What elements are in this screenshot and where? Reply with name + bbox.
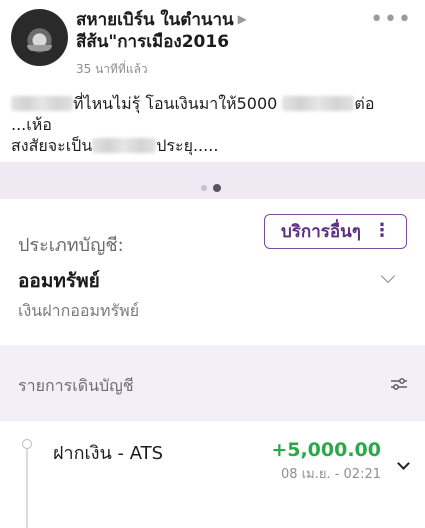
timeline-dot <box>22 439 32 449</box>
post-text-line1: ที่ไหนไม่รุ้ โอนเงินมาให้5000 <box>73 94 278 113</box>
social-post: สหายเบิร์น ในตำนาน ▶ สีส้น"การเมือง2016 •… <box>0 0 425 162</box>
account-card: ประเภทบัญชี: บริการอื่นๆ ⋮ ออมทรัพย์ เงิ… <box>0 199 425 345</box>
transactions-title: รายการเดินบัญชี <box>18 376 134 395</box>
carousel-indicator-bar <box>0 162 425 199</box>
account-type-label: ประเภทบัญชี: <box>18 235 124 256</box>
author-name[interactable]: สหายเบิร์น ในตำนาน ▶ สีส้น"การเมือง2016 <box>76 8 376 53</box>
post-text-line2: ...เห้อ <box>11 115 52 134</box>
author-name-line2: สีส้น"การเมือง2016 <box>76 32 230 52</box>
timeline-line <box>26 443 28 528</box>
transaction-amount: +5,000.00 <box>271 439 381 461</box>
author-name-line1: สหายเบิร์น ในตำนาน <box>76 10 234 30</box>
redacted-text <box>11 96 73 111</box>
post-text-line1-end: ต่อ <box>354 94 375 113</box>
page-dot[interactable] <box>201 185 207 191</box>
other-services-button[interactable]: บริการอื่นๆ ⋮ <box>264 214 407 249</box>
redacted-text <box>282 96 355 111</box>
page-dot-active[interactable] <box>213 184 221 192</box>
more-options-icon[interactable]: ••• <box>370 9 412 31</box>
filter-icon[interactable] <box>391 377 407 391</box>
transaction-date: 08 เม.ย. - 02:21 <box>281 467 381 482</box>
chevron-down-icon[interactable] <box>380 268 396 284</box>
kebab-icon: ⋮ <box>373 220 391 241</box>
post-text-line3-end: ประยุ..... <box>156 136 219 155</box>
account-type-subtitle: เงินฝากออมทรัพย์ <box>18 301 140 320</box>
post-timestamp: 35 นาทีที่แล้ว <box>76 62 148 76</box>
play-arrow-icon: ▶ <box>237 12 247 26</box>
transaction-name: ฝากเงิน - ATS <box>53 443 164 464</box>
post-text-line3-start: สงสัยจะเป็น <box>11 136 93 155</box>
account-type-value: ออมทรัพย์ <box>18 270 100 292</box>
post-text: ที่ไหนไม่รุ้ โอนเงินมาให้5000 ต่อ ...เห้… <box>11 93 421 156</box>
page-dots <box>201 176 227 195</box>
redacted-text <box>92 138 157 153</box>
author-avatar[interactable] <box>11 9 68 66</box>
expand-chevron-icon[interactable] <box>397 457 410 470</box>
transaction-list: ฝากเงิน - ATS +5,000.00 08 เม.ย. - 02:21 <box>0 421 425 528</box>
transactions-header: รายการเดินบัญชี <box>0 345 425 421</box>
other-services-label: บริการอื่นๆ <box>281 222 361 242</box>
